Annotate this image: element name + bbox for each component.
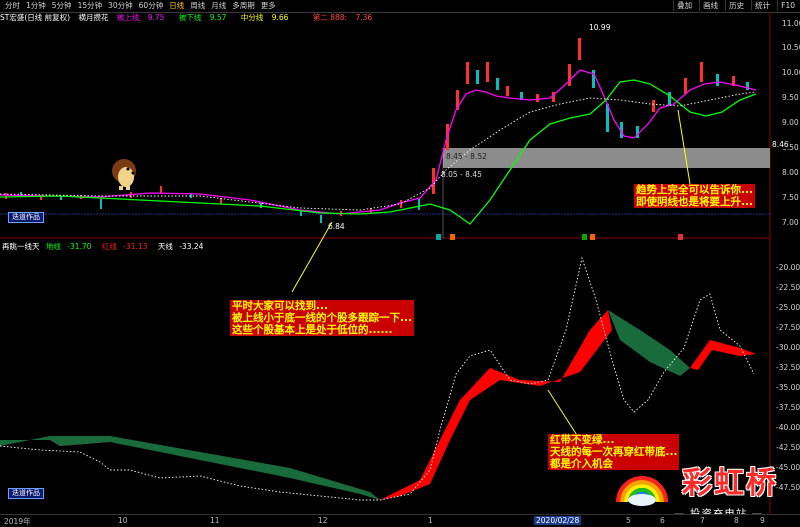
marker-3: [582, 234, 587, 240]
marker-1: [436, 234, 441, 240]
gray-zone: [443, 148, 770, 168]
lower-axis-6: -32.50: [776, 363, 800, 372]
lower-axis-9: -40.00: [776, 423, 800, 432]
ribbon-green-2: [608, 310, 690, 376]
date-label-8: 7: [700, 516, 705, 525]
date-label-cursor: 2020/02/28: [534, 516, 582, 525]
lower-indicator-legend: 再眺一线天 地线 -31.70 红线 -31.13 天线 -33.24: [0, 241, 800, 252]
ribbon-red-3: [690, 340, 756, 370]
pointer-low: [291, 221, 333, 293]
current-price-tag: 8.46: [772, 140, 789, 149]
marker-4: [590, 234, 595, 240]
legend-ground-label: 地线: [45, 242, 61, 251]
annotation-trend-line-2: 即使阴线也是将要上升...: [636, 196, 753, 208]
legend-red-label: 红线: [101, 242, 117, 251]
date-axis: 2019年 10 11 12 1 2020/02/28 5 6 7 8 9: [0, 514, 800, 527]
legend-red-value: -31.13: [123, 242, 148, 251]
rainbow-bridge-logo: 彩虹桥 — 投资充电站 —: [612, 456, 800, 520]
logo-brand: 彩虹桥: [682, 466, 778, 501]
box-top-label: 8.45 - 8.52: [446, 152, 487, 161]
lower-axis-2: -22.50: [776, 283, 800, 292]
date-label-1: 2019年: [4, 517, 31, 526]
upper-axis-900: 9.00: [782, 118, 799, 127]
legend-sky-value: -33.24: [179, 242, 204, 251]
annotation-low-line-2: 被上线小于底一线的个股多跟踪一下...: [232, 312, 412, 324]
lower-axis-10: -42.50: [776, 443, 800, 452]
lower-axis-7: -35.00: [776, 383, 800, 392]
low-price-label: 6.84: [328, 222, 345, 231]
date-label-4: 12: [318, 516, 328, 525]
annotation-low-line-1: 平时大家可以找到...: [232, 300, 328, 312]
date-label-2: 10: [118, 516, 128, 525]
marker-2: [450, 234, 455, 240]
annotation-trend-line-1: 趋势上完全可以告诉你...: [636, 184, 753, 196]
lower-indicator-name: 再眺一线天: [2, 242, 40, 251]
high-price-label: 10.99: [589, 23, 611, 32]
upper-axis-700: 7.00: [782, 218, 799, 227]
date-label-7: 6: [660, 516, 665, 525]
lower-axis-3: -25.00: [776, 303, 800, 312]
annotation-trend: 趋势上完全可以告诉你... 即使阴线也是将要上升...: [634, 184, 755, 208]
annotation-low-line-3: 这些个股基本上是处于低位的......: [232, 324, 393, 336]
upper-author-badge: 迭道作品: [8, 212, 44, 223]
lower-axis-8: -37.50: [776, 403, 800, 412]
upper-axis-750: 7.50: [782, 193, 799, 202]
lower-axis-5: -30.00: [776, 343, 800, 352]
box-bottom-label: 8.05 - 8.45: [441, 170, 482, 179]
date-label-6: 5: [626, 516, 631, 525]
upper-axis-1100: 11.00: [782, 19, 800, 28]
date-label-5: 1: [428, 516, 433, 525]
lower-axis-1: -20.00: [776, 263, 800, 272]
upper-axis-1050: 10.50: [782, 43, 800, 52]
date-label-3: 11: [210, 516, 220, 525]
annotation-low: 平时大家可以找到... 被上线小于底一线的个股多跟踪一下... 这些个股基本上是…: [230, 300, 414, 336]
lower-author-badge: 迭道作品: [8, 488, 44, 499]
date-label-9: 8: [734, 516, 739, 525]
lower-axis-4: -27.50: [776, 323, 800, 332]
chart-canvas: [0, 12, 771, 514]
ribbon-green-1: [0, 436, 380, 500]
legend-sky-label: 天线: [157, 242, 173, 251]
upper-axis-800: 8.00: [782, 168, 799, 177]
hedgehog-icon: [112, 159, 136, 190]
upper-axis-1000: 10.00: [782, 68, 800, 77]
legend-ground-value: -31.70: [67, 242, 92, 251]
ribbon-red-2: [380, 310, 612, 500]
date-label-10: 9: [760, 516, 765, 525]
upper-axis-950: 9.50: [782, 93, 799, 102]
pointer-trend: [677, 109, 691, 185]
rainbow-icon: [616, 476, 668, 506]
annotation-red-line-1: 红带不变绿...: [550, 434, 615, 446]
pointer-red: [547, 389, 581, 441]
marker-5: [678, 234, 683, 240]
